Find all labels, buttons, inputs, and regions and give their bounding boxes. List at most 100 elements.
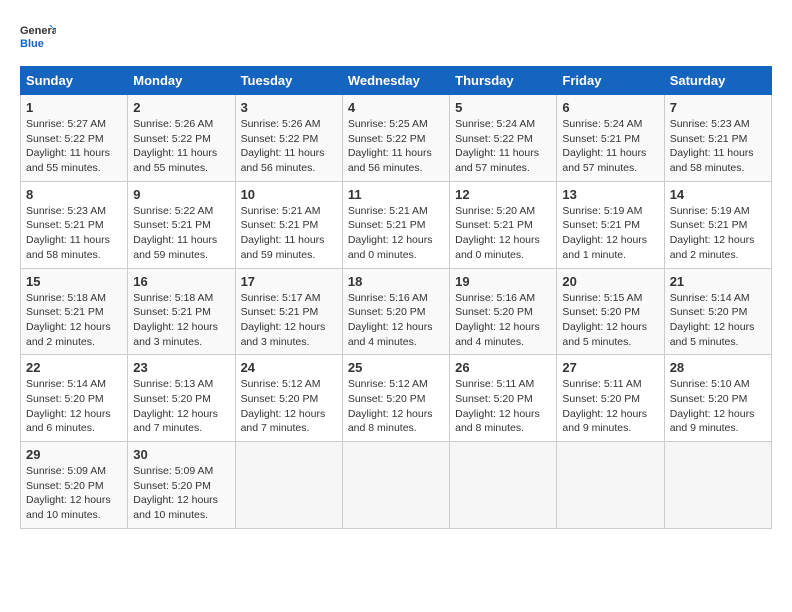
day-number: 23 — [133, 360, 229, 375]
day-number: 28 — [670, 360, 766, 375]
calendar-cell: 12Sunrise: 5:20 AM Sunset: 5:21 PM Dayli… — [450, 181, 557, 268]
day-number: 3 — [241, 100, 337, 115]
day-number: 27 — [562, 360, 658, 375]
day-number: 17 — [241, 274, 337, 289]
logo-wordmark: General Blue — [20, 20, 56, 56]
day-number: 30 — [133, 447, 229, 462]
weekday-header-row: SundayMondayTuesdayWednesdayThursdayFrid… — [21, 67, 772, 95]
calendar-cell: 14 Sunrise: 5:19 AM Sunset: 5:21 PM Dayli… — [664, 181, 771, 268]
weekday-header-cell: Sunday — [21, 67, 128, 95]
day-number: 4 — [348, 100, 444, 115]
calendar-week-row: 8Sunrise: 5:23 AM Sunset: 5:21 PM Daylig… — [21, 181, 772, 268]
calendar-cell: 23 Sunrise: 5:13 AM Sunset: 5:20 PM Dayli… — [128, 355, 235, 442]
page-header: General Blue — [20, 20, 772, 56]
day-info: Sunrise: 5:15 AM Sunset: 5:20 PM Dayligh… — [562, 291, 658, 350]
calendar-cell — [235, 442, 342, 529]
day-info: Sunrise: 5:12 AM Sunset: 5:20 PM Dayligh… — [241, 377, 337, 436]
day-number: 29 — [26, 447, 122, 462]
weekday-header-cell: Thursday — [450, 67, 557, 95]
day-info: Sunrise: 5:18 AM Sunset: 5:21 PM Dayligh… — [26, 291, 122, 350]
day-number: 18 — [348, 274, 444, 289]
calendar-cell: 24 Sunrise: 5:12 AM Sunset: 5:20 PM Dayli… — [235, 355, 342, 442]
day-number: 19 — [455, 274, 551, 289]
calendar-cell: 3 Sunrise: 5:26 AM Sunset: 5:22 PM Daylig… — [235, 95, 342, 182]
calendar-cell: 8Sunrise: 5:23 AM Sunset: 5:21 PM Daylig… — [21, 181, 128, 268]
day-info: Sunrise: 5:26 AM Sunset: 5:22 PM Dayligh… — [133, 117, 229, 176]
weekday-header-cell: Friday — [557, 67, 664, 95]
day-number: 16 — [133, 274, 229, 289]
logo-graphic: General Blue — [20, 20, 56, 56]
day-info: Sunrise: 5:17 AM Sunset: 5:21 PM Dayligh… — [241, 291, 337, 350]
day-info: Sunrise: 5:09 AM Sunset: 5:20 PM Dayligh… — [133, 464, 229, 523]
day-info: Sunrise: 5:21 AM Sunset: 5:21 PM Dayligh… — [241, 204, 337, 263]
day-number: 10 — [241, 187, 337, 202]
logo: General Blue — [20, 20, 56, 56]
calendar-cell: 15 Sunrise: 5:18 AM Sunset: 5:21 PM Dayli… — [21, 268, 128, 355]
calendar-cell: 26 Sunrise: 5:11 AM Sunset: 5:20 PM Dayli… — [450, 355, 557, 442]
day-number: 12 — [455, 187, 551, 202]
day-info: Sunrise: 5:25 AM Sunset: 5:22 PM Dayligh… — [348, 117, 444, 176]
day-info: Sunrise: 5:22 AM Sunset: 5:21 PM Dayligh… — [133, 204, 229, 263]
day-number: 15 — [26, 274, 122, 289]
calendar-cell: 9 Sunrise: 5:22 AM Sunset: 5:21 PM Daylig… — [128, 181, 235, 268]
day-info: Sunrise: 5:23 AM Sunset: 5:21 PM Dayligh… — [670, 117, 766, 176]
calendar-cell — [342, 442, 449, 529]
day-info: Sunrise: 5:09 AM Sunset: 5:20 PM Dayligh… — [26, 464, 122, 523]
day-number: 20 — [562, 274, 658, 289]
day-info: Sunrise: 5:13 AM Sunset: 5:20 PM Dayligh… — [133, 377, 229, 436]
calendar-cell: 17 Sunrise: 5:17 AM Sunset: 5:21 PM Dayli… — [235, 268, 342, 355]
calendar-cell: 20 Sunrise: 5:15 AM Sunset: 5:20 PM Dayli… — [557, 268, 664, 355]
day-number: 9 — [133, 187, 229, 202]
day-number: 25 — [348, 360, 444, 375]
day-number: 22 — [26, 360, 122, 375]
calendar-cell: 4 Sunrise: 5:25 AM Sunset: 5:22 PM Daylig… — [342, 95, 449, 182]
svg-text:General: General — [20, 25, 56, 37]
day-number: 11 — [348, 187, 444, 202]
calendar-cell: 19 Sunrise: 5:16 AM Sunset: 5:20 PM Dayli… — [450, 268, 557, 355]
day-info: Sunrise: 5:27 AM Sunset: 5:22 PM Dayligh… — [26, 117, 122, 176]
calendar-cell: 25Sunrise: 5:12 AM Sunset: 5:20 PM Dayli… — [342, 355, 449, 442]
weekday-header-cell: Tuesday — [235, 67, 342, 95]
calendar-cell: 29 Sunrise: 5:09 AM Sunset: 5:20 PM Dayli… — [21, 442, 128, 529]
calendar-cell: 16 Sunrise: 5:18 AM Sunset: 5:21 PM Dayli… — [128, 268, 235, 355]
day-info: Sunrise: 5:21 AM Sunset: 5:21 PM Dayligh… — [348, 204, 444, 263]
calendar-cell: 5 Sunrise: 5:24 AM Sunset: 5:22 PM Daylig… — [450, 95, 557, 182]
calendar-week-row: 15 Sunrise: 5:18 AM Sunset: 5:21 PM Dayli… — [21, 268, 772, 355]
day-info: Sunrise: 5:24 AM Sunset: 5:21 PM Dayligh… — [562, 117, 658, 176]
day-number: 21 — [670, 274, 766, 289]
day-info: Sunrise: 5:19 AM Sunset: 5:21 PM Dayligh… — [670, 204, 766, 263]
calendar-cell: 7 Sunrise: 5:23 AM Sunset: 5:21 PM Daylig… — [664, 95, 771, 182]
calendar-table: SundayMondayTuesdayWednesdayThursdayFrid… — [20, 66, 772, 529]
calendar-cell: 13Sunrise: 5:19 AM Sunset: 5:21 PM Dayli… — [557, 181, 664, 268]
day-number: 7 — [670, 100, 766, 115]
svg-text:Blue: Blue — [20, 38, 44, 50]
day-info: Sunrise: 5:26 AM Sunset: 5:22 PM Dayligh… — [241, 117, 337, 176]
day-info: Sunrise: 5:16 AM Sunset: 5:20 PM Dayligh… — [455, 291, 551, 350]
day-info: Sunrise: 5:14 AM Sunset: 5:20 PM Dayligh… — [670, 291, 766, 350]
day-number: 24 — [241, 360, 337, 375]
day-number: 1 — [26, 100, 122, 115]
calendar-cell — [557, 442, 664, 529]
day-info: Sunrise: 5:14 AM Sunset: 5:20 PM Dayligh… — [26, 377, 122, 436]
calendar-cell: 18Sunrise: 5:16 AM Sunset: 5:20 PM Dayli… — [342, 268, 449, 355]
weekday-header-cell: Monday — [128, 67, 235, 95]
calendar-cell: 22 Sunrise: 5:14 AM Sunset: 5:20 PM Dayli… — [21, 355, 128, 442]
day-info: Sunrise: 5:11 AM Sunset: 5:20 PM Dayligh… — [562, 377, 658, 436]
day-info: Sunrise: 5:24 AM Sunset: 5:22 PM Dayligh… — [455, 117, 551, 176]
calendar-cell: 2Sunrise: 5:26 AM Sunset: 5:22 PM Daylig… — [128, 95, 235, 182]
day-number: 5 — [455, 100, 551, 115]
calendar-cell: 10 Sunrise: 5:21 AM Sunset: 5:21 PM Dayli… — [235, 181, 342, 268]
calendar-cell: 21 Sunrise: 5:14 AM Sunset: 5:20 PM Dayli… — [664, 268, 771, 355]
calendar-cell — [664, 442, 771, 529]
day-info: Sunrise: 5:10 AM Sunset: 5:20 PM Dayligh… — [670, 377, 766, 436]
day-number: 13 — [562, 187, 658, 202]
day-number: 14 — [670, 187, 766, 202]
day-number: 26 — [455, 360, 551, 375]
calendar-cell: 11 Sunrise: 5:21 AM Sunset: 5:21 PM Dayli… — [342, 181, 449, 268]
calendar-cell: 28 Sunrise: 5:10 AM Sunset: 5:20 PM Dayli… — [664, 355, 771, 442]
calendar-cell: 27 Sunrise: 5:11 AM Sunset: 5:20 PM Dayli… — [557, 355, 664, 442]
weekday-header-cell: Wednesday — [342, 67, 449, 95]
day-info: Sunrise: 5:11 AM Sunset: 5:20 PM Dayligh… — [455, 377, 551, 436]
calendar-week-row: 29 Sunrise: 5:09 AM Sunset: 5:20 PM Dayli… — [21, 442, 772, 529]
day-info: Sunrise: 5:18 AM Sunset: 5:21 PM Dayligh… — [133, 291, 229, 350]
